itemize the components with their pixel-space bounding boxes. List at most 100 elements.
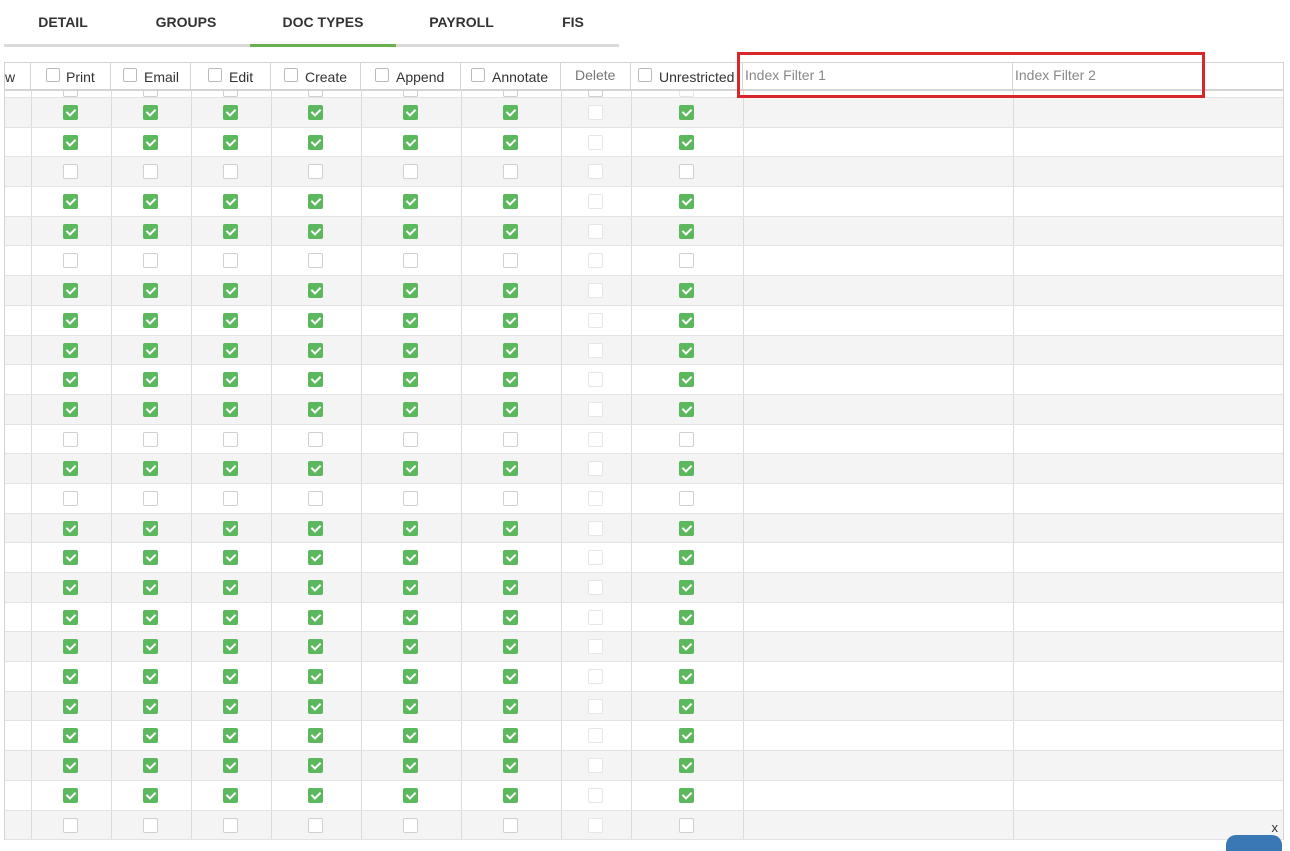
email-checkbox[interactable] [143, 787, 158, 803]
edit-checkbox[interactable] [223, 283, 238, 299]
append-checkbox[interactable] [403, 105, 418, 120]
create-checkbox[interactable] [308, 698, 323, 714]
create-checkbox[interactable] [308, 461, 323, 477]
delete-checkbox[interactable] [588, 401, 603, 417]
append-checkbox[interactable] [403, 787, 418, 803]
email-checkbox[interactable] [143, 669, 158, 685]
edit-checkbox[interactable] [223, 164, 238, 180]
delete-checkbox[interactable] [588, 223, 603, 239]
email-checkbox[interactable] [143, 372, 158, 388]
print-checkbox[interactable] [63, 194, 78, 210]
delete-checkbox[interactable] [588, 639, 603, 655]
annotate-checkbox[interactable] [503, 223, 518, 239]
print-checkbox[interactable] [63, 728, 78, 744]
append-checkbox[interactable] [403, 134, 418, 150]
email-checkbox[interactable] [143, 105, 158, 120]
column-header-index-filter-2[interactable]: Index Filter 2 [1013, 63, 1283, 89]
unrestricted-checkbox[interactable] [679, 609, 694, 625]
edit-checkbox[interactable] [223, 698, 238, 714]
delete-checkbox[interactable] [588, 134, 603, 150]
delete-checkbox[interactable] [588, 817, 603, 833]
create-checkbox[interactable] [308, 787, 323, 803]
create-checkbox[interactable] [308, 223, 323, 239]
create-checkbox[interactable] [308, 520, 323, 536]
create-checkbox[interactable] [308, 550, 323, 566]
annotate-checkbox[interactable] [503, 134, 518, 150]
unrestricted-checkbox[interactable] [679, 134, 694, 150]
delete-checkbox[interactable] [588, 194, 603, 210]
unrestricted-checkbox[interactable] [679, 639, 694, 655]
annotate-checkbox[interactable] [503, 431, 518, 447]
email-checkbox[interactable] [143, 550, 158, 566]
edit-checkbox[interactable] [223, 817, 238, 833]
annotate-checkbox[interactable] [503, 698, 518, 714]
tab-payroll[interactable]: PAYROLL [396, 0, 527, 44]
print-checkbox[interactable] [63, 312, 78, 328]
append-checkbox[interactable] [403, 342, 418, 358]
edit-checkbox[interactable] [223, 609, 238, 625]
delete-checkbox[interactable] [588, 550, 603, 566]
email-checkbox[interactable] [143, 580, 158, 595]
create-checkbox[interactable] [308, 609, 323, 625]
print-checkbox[interactable] [63, 669, 78, 685]
create-checkbox[interactable] [308, 639, 323, 655]
delete-checkbox[interactable] [588, 580, 603, 595]
edit-checkbox[interactable] [223, 253, 238, 269]
delete-checkbox[interactable] [588, 669, 603, 685]
edit-checkbox[interactable] [223, 194, 238, 210]
create-checkbox[interactable] [308, 164, 323, 180]
print-checkbox[interactable] [63, 609, 78, 625]
email-checkbox[interactable] [143, 639, 158, 655]
print-checkbox[interactable] [63, 342, 78, 358]
append-checkbox[interactable] [403, 550, 418, 566]
print-checkbox[interactable] [63, 134, 78, 150]
email-checkbox[interactable] [143, 401, 158, 417]
edit-checkbox[interactable] [223, 550, 238, 566]
delete-checkbox[interactable] [588, 164, 603, 180]
delete-checkbox[interactable] [588, 283, 603, 299]
select-all-create-checkbox[interactable] [284, 68, 298, 82]
email-checkbox[interactable] [143, 431, 158, 447]
delete-checkbox[interactable] [588, 520, 603, 536]
print-checkbox[interactable] [63, 698, 78, 714]
create-checkbox[interactable] [308, 105, 323, 120]
unrestricted-checkbox[interactable] [679, 490, 694, 506]
create-checkbox[interactable] [308, 758, 323, 774]
annotate-checkbox[interactable] [503, 817, 518, 833]
delete-checkbox[interactable] [588, 698, 603, 714]
tab-groups[interactable]: GROUPS [122, 0, 250, 44]
print-checkbox[interactable] [63, 639, 78, 655]
print-checkbox[interactable] [63, 401, 78, 417]
annotate-checkbox[interactable] [503, 728, 518, 744]
create-checkbox[interactable] [308, 134, 323, 150]
append-checkbox[interactable] [403, 580, 418, 595]
email-checkbox[interactable] [143, 194, 158, 210]
select-all-email-checkbox[interactable] [123, 68, 137, 82]
delete-checkbox[interactable] [588, 105, 603, 120]
annotate-checkbox[interactable] [503, 253, 518, 269]
column-header-index-filter-1[interactable]: Index Filter 1 [743, 63, 1013, 89]
create-checkbox[interactable] [308, 580, 323, 595]
select-all-append-checkbox[interactable] [375, 68, 389, 82]
edit-checkbox[interactable] [223, 787, 238, 803]
unrestricted-checkbox[interactable] [679, 164, 694, 180]
tab-detail[interactable]: DETAIL [4, 0, 122, 44]
create-checkbox[interactable] [308, 728, 323, 744]
close-icon[interactable]: x [1272, 820, 1279, 835]
append-checkbox[interactable] [403, 758, 418, 774]
edit-checkbox[interactable] [223, 372, 238, 388]
annotate-checkbox[interactable] [503, 669, 518, 685]
print-checkbox[interactable] [63, 105, 78, 120]
edit-checkbox[interactable] [223, 461, 238, 477]
annotate-checkbox[interactable] [503, 550, 518, 566]
unrestricted-checkbox[interactable] [679, 91, 694, 97]
unrestricted-checkbox[interactable] [679, 253, 694, 269]
email-checkbox[interactable] [143, 164, 158, 180]
select-all-unrestricted-checkbox[interactable] [638, 68, 652, 82]
email-checkbox[interactable] [143, 728, 158, 744]
email-checkbox[interactable] [143, 490, 158, 506]
annotate-checkbox[interactable] [503, 105, 518, 120]
unrestricted-checkbox[interactable] [679, 312, 694, 328]
append-checkbox[interactable] [403, 698, 418, 714]
unrestricted-checkbox[interactable] [679, 550, 694, 566]
